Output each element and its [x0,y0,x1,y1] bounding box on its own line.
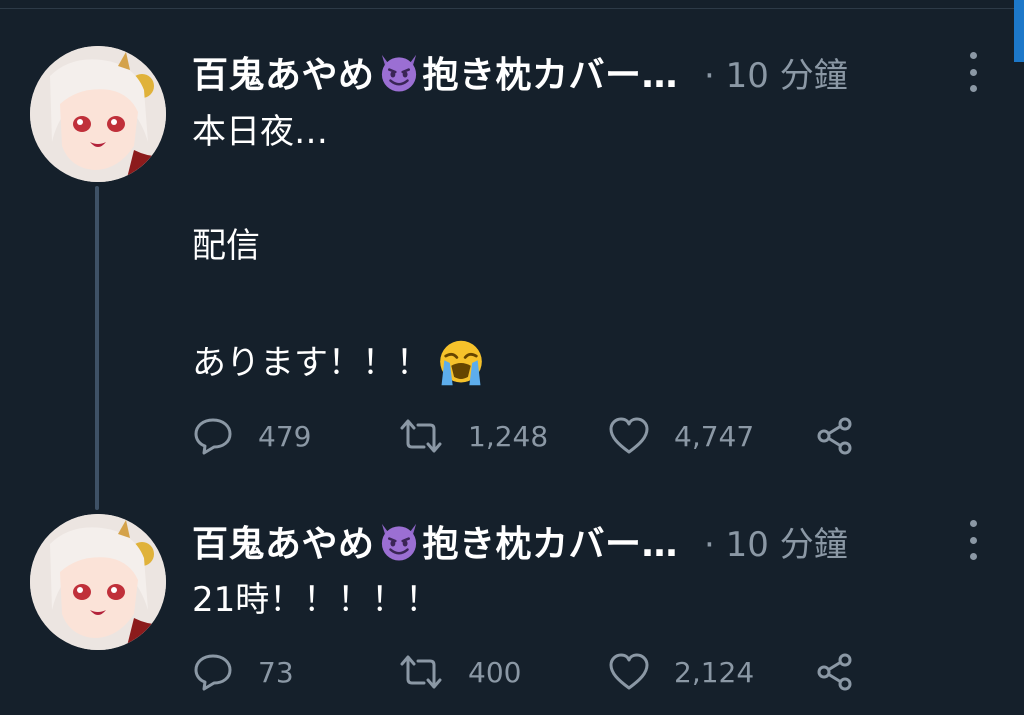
tweet-text: 21時！！！！！ [192,580,440,620]
author-name-text: 百鬼あやめ [192,55,375,96]
more-options-icon[interactable] [966,52,980,92]
share-button[interactable] [814,414,856,458]
like-button[interactable]: 2,124 [608,650,754,694]
reply-icon [194,654,232,691]
avatar-image [30,514,166,650]
reply-count: 479 [258,419,312,453]
loudly-crying-emoji-icon [440,340,482,386]
author-name-suffix: 抱き枕カバー… [422,524,679,565]
more-dot [969,68,977,76]
share-button[interactable] [814,650,856,694]
smiling-devil-emoji-icon [381,54,416,92]
retweet-count: 400 [468,655,522,689]
more-dot [969,85,977,92]
share-icon [817,417,852,455]
like-button[interactable]: 4,747 [608,414,754,458]
author-name[interactable]: 百鬼あやめ 抱き枕カバー… [192,515,678,567]
tweet-text: 配信 [192,226,260,266]
like-count: 4,747 [674,419,755,453]
heart-icon [609,417,649,454]
tweet-text-line: 配信 [192,226,260,266]
avatar[interactable] [30,46,166,182]
tweet-header: 百鬼あやめ 抱き枕カバー… · 10 分鐘 [192,45,848,99]
tweet-header: 百鬼あやめ 抱き枕カバー… · 10 分鐘 [192,514,848,568]
retweet-button[interactable]: 1,248 [398,414,548,458]
retweet-icon [400,419,442,453]
tweet-text-line: 本日夜… [192,112,328,152]
author-name[interactable]: 百鬼あやめ 抱き枕カバー… [192,46,678,98]
tweet-thread-view: 百鬼あやめ 抱き枕カバー… · 10 分鐘 本日夜… 配信 あります！！！ 47… [0,0,1024,715]
author-name-text: 百鬼あやめ [192,524,375,565]
tweet-text-line: 21時！！！！！ [192,580,439,620]
reply-button[interactable]: 73 [192,650,294,694]
timestamp[interactable]: · 10 分鐘 [704,517,848,566]
tweet-2[interactable]: 百鬼あやめ 抱き枕カバー… · 10 分鐘 21時！！！！！ 73 400 2,… [0,500,1024,715]
retweet-count: 1,248 [468,419,549,453]
tweet-text-line: あります！！！ [192,340,486,386]
retweet-icon [400,655,442,689]
reply-icon [194,418,232,455]
more-dot [969,536,977,544]
tweet-actions: 479 1,248 4,747 [192,414,872,458]
avatar[interactable] [30,514,166,650]
tweet-text: 本日夜… [192,112,328,152]
timestamp[interactable]: · 10 分鐘 [704,48,848,97]
like-count: 2,124 [674,655,755,689]
author-name-suffix: 抱き枕カバー… [422,55,679,96]
share-icon [817,653,852,691]
more-dot [969,553,977,560]
reply-button[interactable]: 479 [192,414,311,458]
tweet-text: あります！！！ [192,343,430,383]
reply-count: 73 [258,655,294,689]
retweet-button[interactable]: 400 [398,650,521,694]
more-dot [969,520,977,527]
more-dot [969,52,977,59]
smiling-devil-emoji-icon [381,523,416,561]
tweet-actions: 73 400 2,124 [192,650,872,694]
heart-icon [609,653,649,690]
more-options-icon[interactable] [966,520,980,560]
tweet-1[interactable]: 百鬼あやめ 抱き枕カバー… · 10 分鐘 本日夜… 配信 あります！！！ 47… [0,0,1024,500]
avatar-image [30,46,166,182]
